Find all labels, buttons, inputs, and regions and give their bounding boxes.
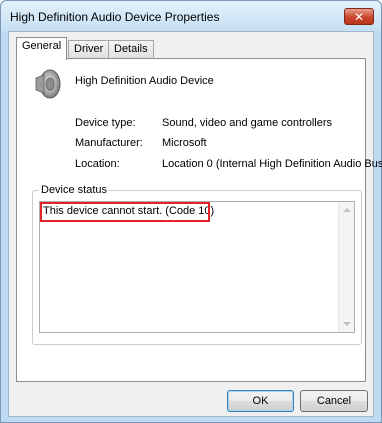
location-value: Location 0 (Internal High Definition Aud… bbox=[162, 158, 382, 170]
location-label: Location: bbox=[75, 158, 120, 170]
dialog-client-area: General Driver Details High Definition A… bbox=[8, 31, 382, 417]
title-bar[interactable]: High Definition Audio Device Properties … bbox=[1, 1, 381, 31]
speaker-icon bbox=[35, 69, 61, 99]
general-tab-panel: High Definition Audio Device Device type… bbox=[16, 58, 382, 382]
device-type-value: Sound, video and game controllers bbox=[162, 117, 332, 129]
device-status-legend: Device status bbox=[39, 184, 110, 196]
manufacturer-value: Microsoft bbox=[162, 137, 207, 149]
error-highlight-box bbox=[40, 202, 210, 222]
tab-driver[interactable]: Driver bbox=[68, 40, 110, 58]
tab-details[interactable]: Details bbox=[108, 40, 154, 58]
tab-general[interactable]: General bbox=[16, 37, 68, 60]
scroll-down-arrow-icon[interactable] bbox=[343, 322, 351, 326]
window-title: High Definition Audio Device Properties bbox=[10, 10, 220, 24]
device-type-label: Device type: bbox=[75, 117, 136, 129]
ok-button[interactable]: OK bbox=[227, 390, 294, 412]
status-scrollbar[interactable] bbox=[338, 202, 354, 332]
device-status-textbox[interactable]: This device cannot start. (Code 10) bbox=[39, 201, 355, 333]
cancel-button[interactable]: Cancel bbox=[300, 390, 368, 412]
close-icon: ✕ bbox=[353, 9, 365, 24]
device-name: High Definition Audio Device bbox=[75, 75, 214, 87]
device-status-group: Device status This device cannot start. … bbox=[32, 184, 362, 345]
close-button[interactable]: ✕ bbox=[344, 8, 374, 25]
manufacturer-label: Manufacturer: bbox=[75, 137, 143, 149]
properties-window: High Definition Audio Device Properties … bbox=[0, 0, 382, 423]
scroll-up-arrow-icon[interactable] bbox=[343, 208, 351, 212]
